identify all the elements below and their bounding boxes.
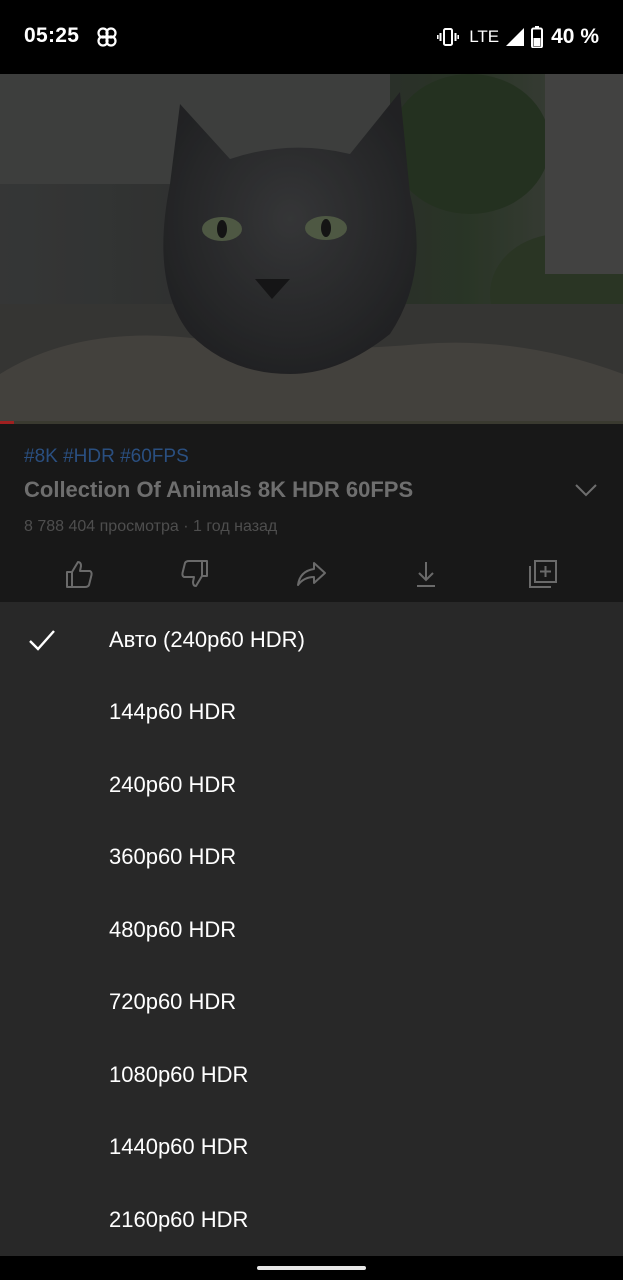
quality-option-label: 480p60 HDR (109, 917, 237, 942)
quality-option-label: 1440p60 HDR (109, 1134, 249, 1159)
save-to-playlist-button[interactable] (525, 556, 561, 592)
video-title[interactable]: Collection Of Animals 8K HDR 60FPS (24, 477, 413, 503)
thumbs-down-icon (181, 560, 208, 587)
quality-option-720p[interactable]: 720p60 HDR (0, 966, 623, 1038)
download-icon (417, 562, 435, 587)
dislike-button[interactable] (177, 556, 213, 592)
battery-icon (531, 26, 544, 48)
add-to-playlist-icon (529, 560, 557, 588)
video-player[interactable] (0, 74, 623, 424)
download-button[interactable] (408, 556, 444, 592)
status-time: 05:25 (24, 24, 80, 47)
quality-option-1440p[interactable]: 1440p60 HDR (0, 1111, 623, 1183)
network-type: LTE (469, 27, 500, 46)
quality-option-label: 2160p60 HDR (109, 1207, 249, 1232)
status-bar: 05:25 LTE 40 % (0, 0, 623, 74)
video-hashtags[interactable]: #8K #HDR #60FPS (24, 446, 189, 468)
status-right: LTE 40 % (437, 24, 599, 50)
signal-icon (506, 28, 525, 46)
action-bar (0, 556, 623, 596)
quality-option-360p[interactable]: 360p60 HDR (0, 821, 623, 893)
video-meta: 8 788 404 просмотра · 1 год назад (24, 518, 278, 535)
checkmark-icon (29, 630, 55, 651)
share-button[interactable] (293, 556, 329, 592)
chevron-down-icon[interactable] (574, 482, 598, 498)
video-frame (0, 74, 623, 424)
quality-option-label: 1080p60 HDR (109, 1062, 249, 1087)
quality-option-label: 720p60 HDR (109, 989, 237, 1014)
battery-level: 40 % (551, 25, 599, 48)
like-button[interactable] (61, 556, 97, 592)
quality-menu: Авто (240p60 HDR) 144p60 HDR 240p60 HDR … (0, 602, 623, 1256)
quality-option-144p[interactable]: 144p60 HDR (0, 676, 623, 748)
share-icon (297, 562, 326, 586)
vibrate-icon (437, 28, 460, 46)
quality-option-label: Авто (240p60 HDR) (109, 627, 305, 652)
home-gesture-handle[interactable] (257, 1266, 366, 1270)
quality-option-label: 144p60 HDR (109, 699, 237, 724)
quality-option-label: 360p60 HDR (109, 844, 237, 869)
screen: 05:25 LTE 40 % #8K #HDR #60FPS Collectio… (0, 0, 623, 1280)
video-info: #8K #HDR #60FPS Collection Of Animals 8K… (0, 424, 623, 602)
quality-option-label: 240p60 HDR (109, 772, 237, 797)
quality-option-1080p[interactable]: 1080p60 HDR (0, 1039, 623, 1111)
quality-option-480p[interactable]: 480p60 HDR (0, 894, 623, 966)
pinwheel-icon (97, 27, 117, 47)
quality-option-240p[interactable]: 240p60 HDR (0, 749, 623, 821)
quality-option-2160p[interactable]: 2160p60 HDR (0, 1184, 623, 1256)
navigation-bar (0, 1256, 623, 1280)
thumbs-up-icon (66, 561, 93, 588)
quality-option-auto[interactable]: Авто (240p60 HDR) (0, 604, 623, 676)
